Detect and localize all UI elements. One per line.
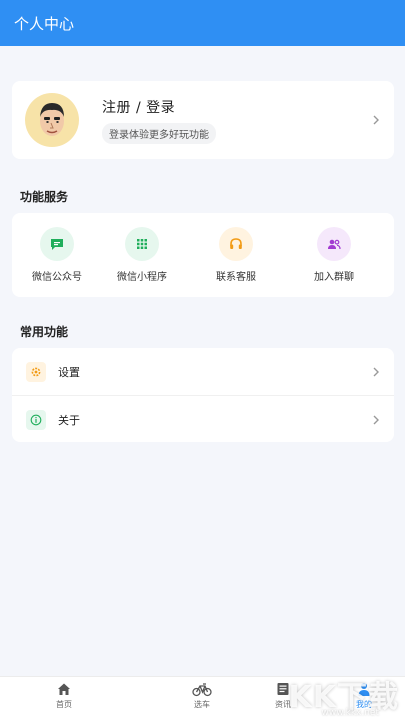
service-label: 微信公众号: [32, 272, 82, 283]
chevron-right-icon: [373, 367, 379, 376]
bike-icon: [192, 683, 212, 697]
about-row[interactable]: 关于: [12, 396, 394, 443]
grid-icon: [125, 227, 159, 261]
settings-row[interactable]: 设置: [12, 348, 394, 395]
profile-card[interactable]: 注册 / 登录 登录体验更多好玩功能: [12, 81, 394, 159]
login-subtitle: 登录体验更多好玩功能: [102, 122, 216, 144]
service-label: 微信小程序: [117, 272, 167, 283]
service-wechat-official[interactable]: 微信公众号: [17, 227, 97, 283]
service-label: 联系客服: [216, 272, 256, 283]
settings-icon: [26, 361, 46, 382]
services-section-title: 功能服务: [20, 190, 69, 204]
chevron-right-icon: [373, 415, 379, 424]
headset-icon: [219, 227, 253, 261]
service-wechat-miniprogram[interactable]: 微信小程序: [102, 227, 182, 283]
watermark-url: www.kkx.net: [321, 708, 380, 718]
page-title: 个人中心: [14, 14, 75, 33]
common-section-title: 常用功能: [20, 325, 69, 339]
chat-icon: [40, 227, 74, 261]
about-label: 关于: [58, 413, 80, 427]
tab-label: 选车: [194, 700, 210, 709]
home-icon: [58, 683, 70, 695]
tab-label: 首页: [56, 700, 72, 709]
common-functions-card: 设置 关于: [12, 348, 394, 442]
tab-choose-car[interactable]: 选车: [172, 681, 232, 710]
avatar[interactable]: [25, 93, 79, 147]
tab-home[interactable]: 首页: [34, 681, 94, 710]
info-icon: [26, 409, 46, 430]
settings-label: 设置: [58, 365, 80, 379]
service-label: 加入群聊: [314, 272, 354, 283]
avatar-face-icon: [40, 103, 64, 136]
group-icon: [317, 227, 351, 261]
services-card: 微信公众号 微信小程序 联系客服 加入群聊: [12, 213, 394, 297]
chevron-right-icon: [373, 115, 379, 125]
service-contact-support[interactable]: 联系客服: [196, 227, 276, 283]
service-join-group[interactable]: 加入群聊: [294, 227, 374, 283]
top-bar: 个人中心: [0, 0, 405, 46]
login-title[interactable]: 注册 / 登录: [102, 97, 216, 117]
